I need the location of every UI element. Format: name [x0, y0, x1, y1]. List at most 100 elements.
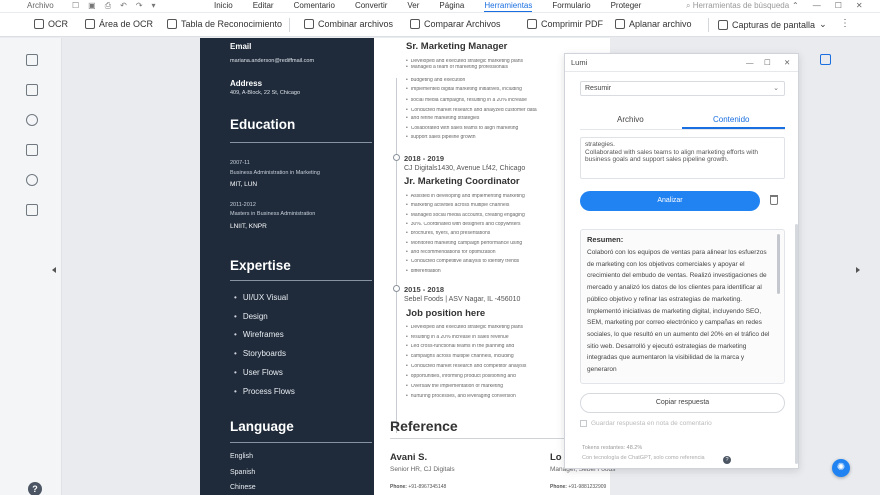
job1-title: Sr. Marketing Manager: [406, 41, 508, 52]
dropdown-icon[interactable]: ▾: [152, 1, 156, 11]
combine-files-button[interactable]: Combinar archivos: [304, 19, 393, 29]
ref2-phone-label: Phone:: [550, 484, 567, 490]
layers-icon[interactable]: [26, 204, 38, 216]
menu-editar[interactable]: Editar: [253, 1, 274, 12]
tab-contenido[interactable]: Contenido: [713, 115, 749, 124]
tokens-remaining: Tokens restantes: 48.2%: [582, 445, 643, 451]
main-menu: Inicio Editar Comentario Convertir Ver P…: [214, 1, 641, 12]
summary-scrollbar[interactable]: [777, 234, 780, 294]
save-to-comment-checkbox[interactable]: Guardar respuesta en nota de comentario: [580, 420, 712, 427]
job3-bullet: opportunities, informing product positio…: [406, 374, 566, 379]
maximize-icon[interactable]: ☐: [835, 1, 842, 10]
job3-bullet: nurturing processes, and leveraging conv…: [406, 394, 566, 399]
edu2-school: LNIIT, KNPR: [230, 223, 267, 230]
prev-page-arrow-icon[interactable]: [52, 267, 56, 273]
menu-inicio[interactable]: Inicio: [214, 1, 233, 12]
edu1-degree: Business Administration in Marketing: [230, 170, 320, 176]
panel-scrollbar[interactable]: [795, 224, 798, 464]
copy-response-button[interactable]: Copiar respuesta: [580, 393, 785, 413]
screenshots-button[interactable]: Capturas de pantalla ⌄: [718, 19, 827, 30]
ocr-area-icon: [85, 19, 95, 29]
tools-toolbar: OCR Área de OCR Tabla de Reconocimiento …: [0, 13, 880, 37]
maximize-icon[interactable]: ☐: [764, 58, 771, 67]
window-controls: ⌃ — ☐ ✕: [792, 1, 863, 10]
open-icon[interactable]: ☐: [72, 1, 79, 11]
address-value: 409, A-Block, 22 St, Chicago: [230, 90, 301, 96]
timeline-dot: [393, 154, 400, 161]
compress-pdf-button[interactable]: Comprimir PDF: [527, 19, 603, 29]
powered-by-note: Con tecnología de ChatGPT, solo como ref…: [582, 455, 705, 461]
job1-bullet: Conducted market research and analyzed c…: [406, 108, 566, 113]
save-icon[interactable]: ▣: [88, 1, 96, 11]
ai-assistant-icon[interactable]: [820, 54, 831, 65]
next-page-arrow-icon[interactable]: [856, 267, 860, 273]
print-icon[interactable]: ⎙: [105, 1, 111, 11]
job2-bullet: brochures, flyers, and presentations: [406, 231, 566, 236]
menu-pagina[interactable]: Página: [439, 1, 464, 12]
checkbox-box[interactable]: [580, 420, 587, 427]
tab-active-indicator: [682, 127, 785, 129]
redo-icon[interactable]: ↷: [136, 1, 143, 11]
skill-item: Design: [234, 312, 268, 321]
content-input[interactable]: strategies. Collaborated with sales team…: [580, 137, 785, 179]
menu-convertir[interactable]: Convertir: [355, 1, 387, 12]
close-icon[interactable]: ✕: [856, 1, 863, 10]
table-recognition-button[interactable]: Tabla de Reconocimiento: [167, 19, 282, 29]
compare-files-button[interactable]: Comparar Archivos: [410, 19, 501, 29]
more-icon[interactable]: ⋮: [840, 18, 850, 29]
job2-bullet: marketing activities across multiple cha…: [406, 203, 566, 208]
job3-bullet: Conducted market research and competitor…: [406, 364, 566, 369]
job2-bullet: Assisted in developing and implementing …: [406, 194, 566, 199]
trash-icon[interactable]: [770, 195, 778, 205]
ref1-name: Avani S.: [390, 452, 428, 463]
minimize-icon[interactable]: —: [813, 1, 821, 10]
pages-panel-icon[interactable]: [26, 54, 38, 66]
menu-ver[interactable]: Ver: [407, 1, 419, 12]
ocr-area-button[interactable]: Área de OCR: [85, 19, 153, 29]
menu-comentario[interactable]: Comentario: [294, 1, 335, 12]
undo-icon[interactable]: ↶: [120, 1, 127, 11]
bookmark-icon[interactable]: [26, 84, 38, 96]
job3-bullet: campaigns across multiple channels, incl…: [406, 354, 566, 359]
job3-company: Sebel Foods | ASV Nagar, IL -456010: [404, 296, 521, 303]
job2-bullet: 30%. Coordinated with designers and copy…: [406, 222, 566, 227]
search-icon[interactable]: [26, 174, 38, 186]
flatten-file-label: Aplanar archivo: [629, 19, 692, 29]
flatten-file-button[interactable]: Aplanar archivo: [615, 19, 692, 29]
menu-herramientas[interactable]: Herramientas: [484, 1, 533, 12]
ref1-phone-value: +91-8967345148: [408, 484, 447, 490]
help-icon[interactable]: ?: [28, 482, 42, 495]
comment-icon[interactable]: [26, 114, 38, 126]
menu-proteger[interactable]: Proteger: [611, 1, 642, 12]
address-label: Address: [230, 79, 263, 88]
combine-files-label: Combinar archivos: [318, 19, 394, 29]
ref2-name: Lo: [550, 452, 562, 463]
education-heading: Education: [230, 117, 296, 132]
resume-sidebar: Email mariana.anderson@rediffmail.com Ad…: [200, 38, 374, 495]
job1-bullet: and refine marketing strategies: [406, 116, 566, 121]
menu-file[interactable]: Archivo: [27, 1, 54, 10]
info-icon[interactable]: ?: [723, 456, 731, 464]
minimize-icon[interactable]: —: [746, 58, 754, 67]
analyze-button[interactable]: Analizar: [580, 191, 760, 211]
close-icon[interactable]: ✕: [784, 58, 790, 67]
ocr-button[interactable]: OCR: [34, 19, 68, 29]
chevron-down-icon: ⌄: [819, 19, 827, 29]
collapse-icon[interactable]: ⌃: [792, 1, 799, 10]
lumi-floating-button[interactable]: ✺: [832, 459, 850, 477]
tab-archivo[interactable]: Archivo: [617, 115, 644, 124]
job3-dates: 2015 - 2018: [404, 285, 445, 294]
timeline-line: [396, 78, 397, 433]
job3-bullet: resulting in a 20% increase in sales rev…: [406, 335, 566, 340]
compare-icon: [410, 19, 420, 29]
menu-bar: Archivo ☐ ▣ ⎙ ↶ ↷ ▾ Inicio Editar Coment…: [0, 0, 880, 12]
reference-heading: Reference: [390, 418, 458, 434]
chevron-down-icon: ⌄: [773, 85, 779, 92]
job2-bullet: Conducted competitive analysis to identi…: [406, 259, 566, 264]
document-page: Email mariana.anderson@rediffmail.com Ad…: [200, 38, 615, 495]
lumi-panel: Lumi — ☐ ✕ Resumir ⌄ Archivo Contenido s…: [564, 53, 799, 469]
attachment-icon[interactable]: [26, 144, 38, 156]
tool-search-input[interactable]: ⌕ Herramientas de búsqueda: [686, 1, 789, 11]
menu-formulario[interactable]: Formulario: [552, 1, 590, 12]
action-dropdown[interactable]: Resumir ⌄: [580, 81, 785, 96]
